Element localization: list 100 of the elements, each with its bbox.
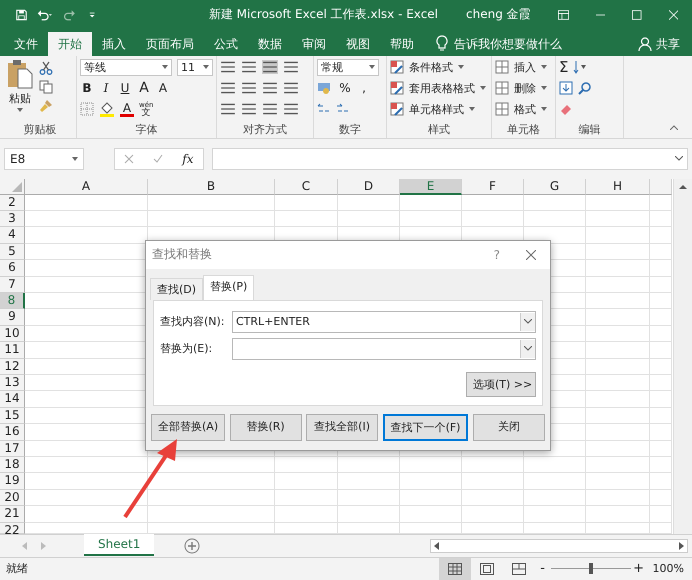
row-header[interactable]: 5 <box>0 244 25 260</box>
ribbon-tab[interactable]: 视图 <box>336 32 380 56</box>
cells-grid-icon[interactable] <box>495 60 509 74</box>
align-icon[interactable] <box>220 102 236 116</box>
ribbon-tab[interactable]: 数据 <box>248 32 292 56</box>
caret-icon[interactable] <box>162 65 168 70</box>
table-cell[interactable] <box>25 194 148 212</box>
ribbon-tab[interactable]: 插入 <box>92 32 136 56</box>
percent-button[interactable]: % <box>338 81 352 96</box>
search-icon[interactable] <box>578 81 592 96</box>
row-header[interactable]: 19 <box>0 473 25 490</box>
table-cell[interactable] <box>25 456 148 474</box>
ribbon-tab[interactable]: 开始 <box>48 32 92 56</box>
table-cell[interactable] <box>338 473 400 490</box>
table-cell[interactable] <box>650 309 672 326</box>
share-button[interactable]: 共享 <box>656 32 692 56</box>
table-cell[interactable] <box>400 194 462 212</box>
caret-icon[interactable] <box>541 107 547 112</box>
table-cell[interactable] <box>148 490 275 506</box>
table-cell[interactable] <box>586 440 650 457</box>
caret-icon[interactable] <box>541 65 547 70</box>
table-cell[interactable] <box>462 194 524 212</box>
table-cell[interactable] <box>586 490 650 506</box>
table-cell[interactable] <box>400 522 462 534</box>
row-header[interactable]: 9 <box>0 309 25 326</box>
table-cell[interactable] <box>586 244 650 260</box>
table-cell[interactable] <box>462 522 524 534</box>
table-cell[interactable] <box>462 211 524 228</box>
caret-icon[interactable] <box>480 86 486 90</box>
table-cell[interactable] <box>586 506 650 522</box>
row-header[interactable]: 17 <box>0 440 25 457</box>
row-header[interactable]: 4 <box>0 227 25 244</box>
row-header[interactable]: 14 <box>0 391 25 408</box>
caret-icon[interactable] <box>541 86 547 90</box>
shrink-font-button[interactable]: A <box>156 81 170 96</box>
row-header[interactable]: 7 <box>0 276 25 294</box>
column-header[interactable]: G <box>524 178 586 195</box>
bold-button[interactable]: B <box>80 81 94 96</box>
clipboard-icon[interactable] <box>7 58 33 89</box>
fill-bucket-icon[interactable] <box>99 101 115 118</box>
zoom-slider-thumb[interactable] <box>588 563 593 574</box>
table-cell[interactable] <box>148 473 275 490</box>
table-cell[interactable] <box>400 211 462 228</box>
zoom-in-button[interactable]: + <box>630 561 647 576</box>
select-all-icon[interactable] <box>12 182 22 192</box>
font-color-button[interactable]: A <box>120 102 134 117</box>
table-cell[interactable] <box>400 473 462 490</box>
ribbon-tab[interactable]: 页面布局 <box>136 32 204 56</box>
add-sheet-icon[interactable] <box>184 538 200 554</box>
caret-icon[interactable] <box>458 65 464 70</box>
table-cell[interactable] <box>275 490 338 506</box>
table-cell[interactable] <box>462 456 524 474</box>
combo-field[interactable]: CTRL+ENTER <box>232 310 536 333</box>
scissors-icon[interactable] <box>39 60 53 75</box>
table-cell[interactable] <box>275 522 338 534</box>
font-name-dropdown[interactable]: 等线 <box>80 58 172 76</box>
table-cell[interactable] <box>586 211 650 228</box>
cells-grid-icon[interactable] <box>495 102 509 116</box>
align-icon[interactable] <box>262 60 278 74</box>
autosum-button[interactable]: Σ <box>559 58 568 76</box>
table-cell[interactable] <box>650 326 672 342</box>
row-header[interactable]: 2 <box>0 194 25 212</box>
table-cell[interactable] <box>650 424 672 441</box>
grow-font-button[interactable]: A <box>137 80 151 96</box>
table-cell[interactable] <box>148 522 275 534</box>
number-format-dropdown[interactable]: 常规 <box>317 58 379 76</box>
help-button[interactable]: ? <box>494 248 500 262</box>
table-cell[interactable] <box>650 194 672 212</box>
name-box[interactable]: E8 <box>4 148 84 170</box>
row-header[interactable]: 6 <box>0 260 25 277</box>
view-button[interactable] <box>438 558 471 580</box>
align-icon[interactable] <box>241 102 257 116</box>
table-cell[interactable] <box>586 522 650 534</box>
table-cell[interactable] <box>586 309 650 326</box>
row-header[interactable]: 12 <box>0 358 25 375</box>
caret-icon[interactable] <box>524 319 532 324</box>
table-cell[interactable] <box>338 211 400 228</box>
table-cell[interactable] <box>400 506 462 522</box>
ribbon-tab[interactable]: 文件 <box>4 32 48 56</box>
table-style-icon[interactable] <box>390 60 404 74</box>
table-cell[interactable] <box>586 276 650 294</box>
copy-icon[interactable] <box>39 80 53 94</box>
ribbon-tab[interactable]: 帮助 <box>380 32 424 56</box>
table-cell[interactable] <box>148 506 275 522</box>
table-cell[interactable] <box>524 490 586 506</box>
table-cell[interactable] <box>462 506 524 522</box>
table-cell[interactable] <box>650 227 672 244</box>
table-cell[interactable] <box>524 456 586 474</box>
align-icon[interactable] <box>283 81 299 96</box>
borders-icon[interactable] <box>80 102 94 116</box>
paintbrush-icon[interactable] <box>39 98 53 113</box>
vertical-scrollbar[interactable] <box>673 178 692 534</box>
table-cell[interactable] <box>586 424 650 441</box>
table-cell[interactable] <box>462 490 524 506</box>
table-cell[interactable] <box>586 358 650 375</box>
table-cell[interactable] <box>25 211 148 228</box>
next-sheet-icon[interactable] <box>41 542 46 550</box>
expand-caret-icon[interactable] <box>675 156 683 162</box>
align-icon[interactable] <box>241 81 257 96</box>
table-cell[interactable] <box>650 490 672 506</box>
